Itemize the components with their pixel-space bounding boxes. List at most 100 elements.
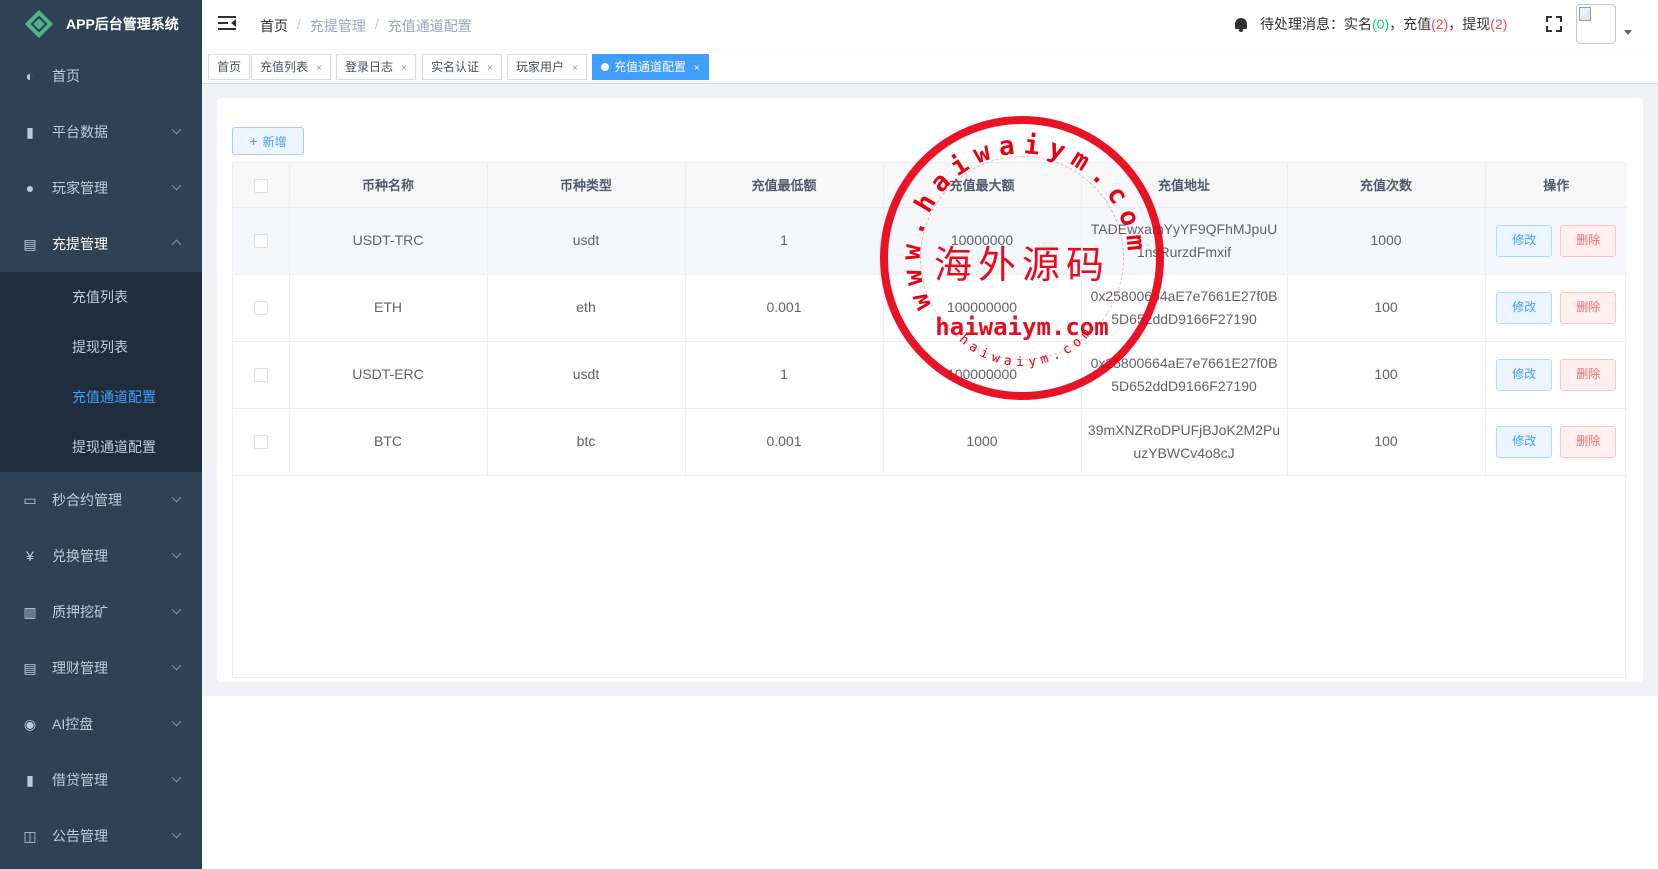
address-cell: TADEwxamYyYF9QFhMJpuU1nsRurzdFmxif [1081,207,1288,275]
table-row[interactable]: USDT-TRC usdt 1 10000000 TADEwxamYyYF9QFhMJp… [233,207,1627,275]
tag-item[interactable]: 充值通道配置 × [592,54,709,80]
sidebar-item[interactable]: ▤ 充提管理 [0,216,202,272]
close-icon[interactable]: × [487,63,493,74]
row-checkbox[interactable] [253,435,268,450]
count-cell: 100 [1287,408,1486,476]
sidebar-menu: ◐ 首页 ▮ 平台数据 ● 玩家管理 ▤ 充提管理 充值列表 提现列表 充值通道配置 提现通道配置 ▭ 秒… [0,48,202,864]
actions-cell: 修改 删除 [1485,274,1627,342]
edit-button[interactable]: 修改 [1496,224,1553,257]
sidebar-subitem[interactable]: 充值通道配置 [0,372,202,422]
coin-type-cell: eth [487,274,686,342]
content-card: + 新增 币种名称 币种类型 充值最低额 充值最大额 充值地址 充值次数 操作 … [217,98,1643,682]
breadcrumb-item: 充值通道配置 [387,18,472,34]
table-row[interactable]: USDT-ERC usdt 1 100000000 0x25800664aE7e7661… [233,341,1627,409]
sidebar-item[interactable]: ◐ 首页 [0,48,202,104]
address-cell: 0x25800664aE7e7661E27f0B5D652ddD9166F271… [1081,341,1288,409]
add-button[interactable]: + 新增 [232,127,304,155]
address-text: 0x25800664aE7e7661E27f0B5D652ddD9166F271… [1090,354,1278,394]
bar-chart-icon: ▥ [23,603,37,620]
table-row[interactable]: BTC btc 0.001 1000 39mXNZRoDPUFjBJoK2M2PuuzY… [233,408,1627,476]
column-header: 充值次数 [1287,163,1486,208]
chevron-down-icon [171,492,182,503]
coin-name-cell: ETH [289,274,488,342]
logo[interactable]: APP后台管理系统 [0,0,202,48]
min-amount-cell: 1 [685,341,884,409]
close-icon[interactable]: × [694,63,700,74]
coin-type-cell: usdt [487,341,686,409]
max-amount-cell: 100000000 [883,341,1082,409]
address-cell: 39mXNZRoDPUFjBJoK2M2PuuzYBWCv4o8cJ [1081,408,1288,476]
sidebar-item[interactable]: ▮ 平台数据 [0,104,202,160]
open-book-icon: ◫ [23,827,37,844]
sidebar-subitem[interactable]: 提现通道配置 [0,422,202,472]
actions-cell: 修改 删除 [1485,408,1627,476]
edit-button[interactable]: 修改 [1496,358,1553,391]
select-cell [233,408,290,476]
sidebar-item[interactable]: ¥ 兑换管理 [0,528,202,584]
coin-type-cell: usdt [487,207,686,275]
row-checkbox[interactable] [253,234,268,249]
edit-button[interactable]: 修改 [1496,425,1553,458]
notice-count-recharge: 2 [1435,16,1444,32]
sidebar-item-label: 玩家管理 [52,180,108,196]
chevron-down-icon [171,124,182,135]
sidebar-item[interactable]: ▤ 理财管理 [0,640,202,696]
row-checkbox[interactable] [253,301,268,316]
list-doc-icon: ▤ [23,659,37,676]
sidebar-item[interactable]: ▮ 借贷管理 [0,752,202,808]
caret-down-icon[interactable] [1624,30,1632,35]
delete-button[interactable]: 删除 [1560,425,1617,458]
count-cell: 100 [1287,274,1486,342]
edit-button[interactable]: 修改 [1496,291,1553,324]
breadcrumb-separator: / [374,16,379,32]
tag-label: 玩家用户 [516,60,565,74]
sidebar-subitem[interactable]: 提现列表 [0,322,202,372]
delete-button[interactable]: 删除 [1560,224,1617,257]
close-icon[interactable]: × [572,63,578,74]
channel-table: 币种名称 币种类型 充值最低额 充值最大额 充值地址 充值次数 操作 USDT-… [232,162,1627,678]
tag-item[interactable]: 首页 [208,54,251,80]
actions-cell: 修改 删除 [1485,341,1627,409]
sidebar-item[interactable]: ● 玩家管理 [0,160,202,216]
sidebar-item[interactable]: ▭ 秒合约管理 [0,472,202,528]
robot-icon: ◉ [23,715,37,732]
breadcrumb-item[interactable]: 首页 [260,16,288,36]
delete-button[interactable]: 删除 [1560,358,1617,391]
coin-name-cell: BTC [289,408,488,476]
select-all-checkbox[interactable] [253,178,268,193]
sidebar-item[interactable]: ◉ AI控盘 [0,696,202,752]
pending-notice[interactable]: 待处理消息： 实名(0)， 充值(2)， 提现(2) [1234,14,1507,34]
address-text: 39mXNZRoDPUFjBJoK2M2PuuzYBWCv4o8cJ [1087,421,1281,461]
sidebar-item[interactable]: ◫ 公告管理 [0,808,202,864]
hamburger-icon[interactable] [218,15,236,31]
sidebar-item-label: 充提管理 [52,236,108,252]
avatar[interactable] [1576,4,1616,44]
tag-label: 首页 [217,60,242,74]
tag-item[interactable]: 玩家用户 × [507,54,587,80]
coin-name-cell: USDT-ERC [289,341,488,409]
column-header: 充值地址 [1081,163,1288,208]
tag-label: 充值通道配置 [614,60,687,74]
tag-item[interactable]: 实名认证 × [422,54,502,80]
min-amount-cell: 0.001 [685,274,884,342]
min-amount-cell: 0.001 [685,408,884,476]
row-checkbox[interactable] [253,368,268,383]
close-icon[interactable]: × [401,63,407,74]
bell-icon [1234,17,1248,32]
notice-item-label: 实名 [1344,16,1372,32]
book-icon: ▮ [26,771,34,788]
delete-button[interactable]: 删除 [1560,291,1617,324]
count-cell: 1000 [1287,207,1486,275]
notice-comma: ， [1389,16,1404,32]
table-row[interactable]: ETH eth 0.001 100000000 0x25800664aE7e7661E2… [233,274,1627,342]
sidebar-item[interactable]: ▥ 质押挖矿 [0,584,202,640]
close-icon[interactable]: × [316,63,322,74]
sidebar-subitem[interactable]: 充值列表 [0,272,202,322]
add-button-label: 新增 [262,134,287,149]
fullscreen-icon[interactable] [1546,16,1562,32]
tag-item[interactable]: 登录日志 × [336,54,416,80]
notice-count-withdraw: 2 [1494,16,1503,32]
tag-item[interactable]: 充值列表 × [251,54,331,80]
sidebar-item-label: AI控盘 [52,716,94,732]
max-amount-cell: 10000000 [883,207,1082,275]
